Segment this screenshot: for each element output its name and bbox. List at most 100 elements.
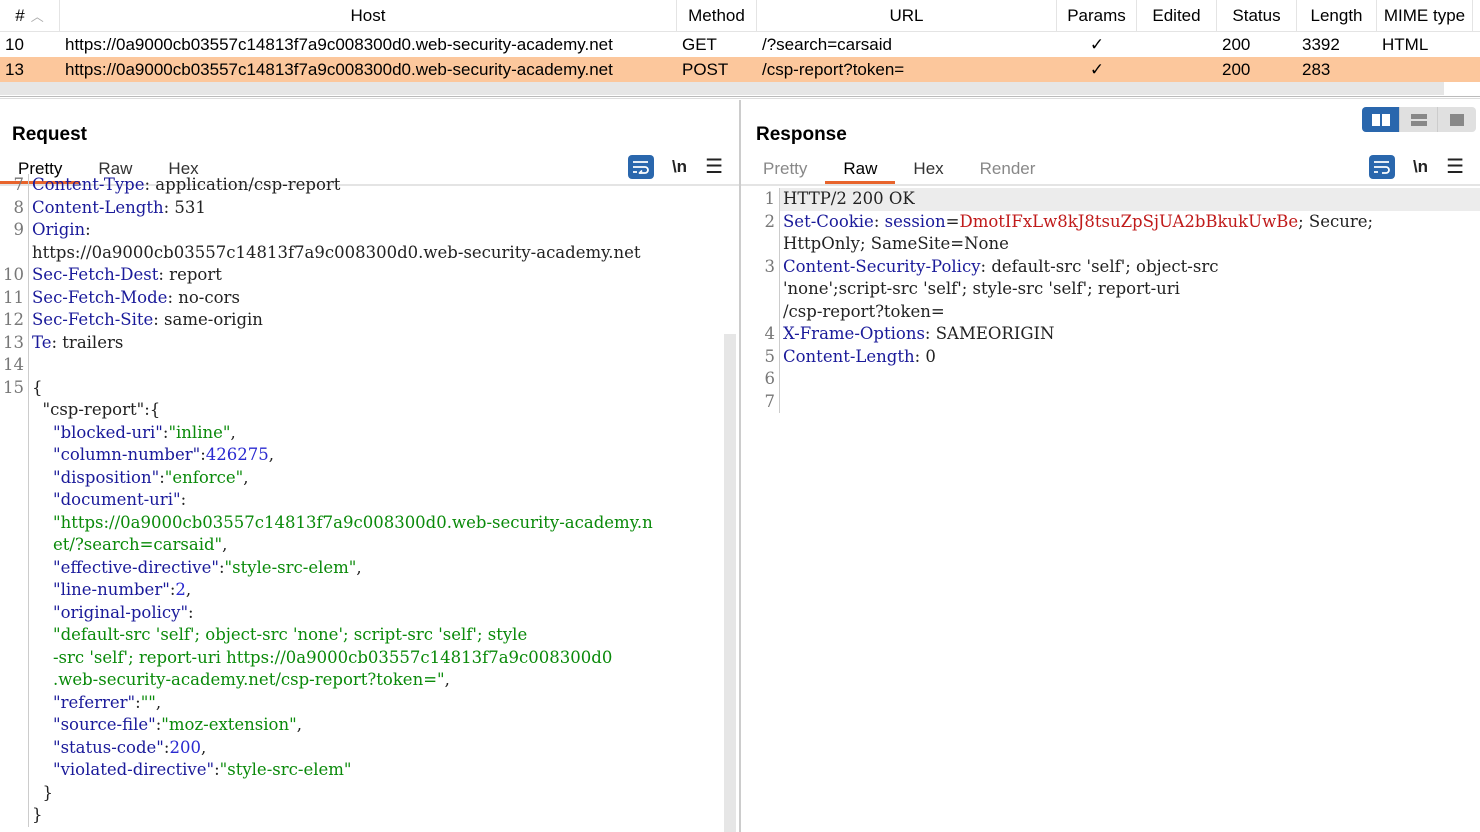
code-text: Content-Security-Policy: default-src 'se…: [779, 255, 1480, 278]
line-number: [0, 242, 28, 265]
column-header-length[interactable]: Length: [1297, 0, 1377, 31]
response-pane: Response Pretty Raw Hex Render \n ☰ 1 HTT…: [741, 100, 1480, 832]
table-horizontal-scrollbar[interactable]: [0, 82, 1444, 95]
row-number: 13: [5, 59, 24, 79]
line-number: [0, 579, 28, 602]
code-line: 7: [751, 390, 1480, 413]
code-text: HttpOnly; SameSite=None: [779, 233, 1480, 256]
code-line: "violated-directive":"style-src-elem": [0, 759, 739, 782]
code-text: 'none';script-src 'self'; style-src 'sel…: [779, 278, 1480, 301]
code-line: -src 'self'; report-uri https://0a9000cb…: [0, 646, 739, 669]
line-number: 1: [764, 189, 776, 208]
column-header-method[interactable]: Method: [677, 0, 757, 31]
column-header-url[interactable]: URL: [757, 0, 1057, 31]
code-text: [28, 354, 739, 377]
code-line: "original-policy":: [0, 601, 739, 624]
layout-side-by-side-button[interactable]: [1362, 107, 1400, 132]
layout-single-button[interactable]: [1438, 107, 1476, 132]
row-status: 200: [1222, 59, 1251, 79]
column-header-status[interactable]: Status: [1217, 0, 1297, 31]
line-number: [0, 399, 28, 422]
request-vertical-scrollbar[interactable]: [724, 334, 736, 832]
line-number: [751, 301, 779, 324]
response-editor[interactable]: 1 HTTP/2 200 OK 2 Set-Cookie: session=DmotI…: [751, 186, 1480, 832]
code-line: 13 Te: trailers: [0, 331, 739, 354]
line-number: 4: [764, 324, 776, 343]
code-line: "https://0a9000cb03557c14813f7a9c008300d…: [0, 511, 739, 534]
column-header-edited[interactable]: Edited: [1137, 0, 1217, 31]
code-line: 11 Sec-Fetch-Mode: no-cors: [0, 286, 739, 309]
code-line: 8 Content-Length: 531: [0, 196, 739, 219]
code-text: X-Frame-Options: SAMEORIGIN: [779, 323, 1480, 346]
request-pane: Request Pretty Raw Hex \n ☰ 7 Content-Typ…: [0, 100, 739, 832]
pane-splitter[interactable]: [0, 96, 1480, 99]
line-number: [0, 467, 28, 490]
code-text: "effective-directive":"style-src-elem",: [28, 556, 739, 579]
row-url: /?search=carsaid: [762, 34, 892, 54]
code-line: 'none';script-src 'self'; style-src 'sel…: [751, 278, 1480, 301]
response-tab-hex[interactable]: Hex: [895, 158, 961, 184]
code-text: HTTP/2 200 OK: [779, 188, 1480, 211]
code-text: Te: trailers: [28, 331, 739, 354]
line-number: 11: [3, 287, 24, 307]
http-history-table: # ︿ Host Method URL Params Edited Status…: [0, 0, 1480, 96]
code-text: /csp-report?token=: [779, 300, 1480, 323]
line-number: 3: [764, 256, 776, 276]
line-number: 7: [764, 391, 776, 411]
code-text: Sec-Fetch-Mode: no-cors: [28, 286, 739, 309]
line-number: [0, 557, 28, 580]
word-wrap-toggle[interactable]: [1368, 154, 1395, 179]
line-number: [0, 737, 28, 760]
show-newlines-toggle[interactable]: \n: [1413, 157, 1428, 177]
code-line: "source-file":"moz-extension",: [0, 714, 739, 737]
line-number: 9: [13, 220, 25, 239]
code-line: "blocked-uri":"inline",: [0, 421, 739, 444]
line-number: [0, 804, 28, 827]
code-text: "original-policy":: [28, 601, 739, 624]
line-number: [0, 444, 28, 467]
columns-icon: [1371, 113, 1390, 126]
line-number: [0, 714, 28, 737]
line-number: [0, 534, 28, 557]
line-number: 5: [764, 346, 776, 366]
column-header-number[interactable]: # ︿: [0, 0, 60, 31]
code-line: 5 Content-Length: 0: [751, 345, 1480, 368]
request-editor[interactable]: 7 Content-Type: application/csp-report 8 Co…: [0, 174, 739, 832]
code-text: "violated-directive":"style-src-elem": [28, 759, 739, 782]
row-length: 3392: [1302, 34, 1340, 54]
code-line: 4 X-Frame-Options: SAMEORIGIN: [751, 323, 1480, 346]
code-line: "line-number":2,: [0, 579, 739, 602]
code-text: "column-number":426275,: [28, 444, 739, 467]
code-text: }: [28, 781, 739, 804]
code-line: .web-security-academy.net/csp-report?tok…: [0, 669, 739, 692]
line-number: [0, 489, 28, 512]
row-length: 283: [1302, 59, 1331, 79]
table-row-selected[interactable]: 13 https://0a9000cb03557c14813f7a9c00830…: [0, 57, 1480, 82]
code-line: 15{: [0, 376, 739, 399]
code-text: Content-Length: 531: [28, 196, 739, 219]
layout-toggle: [1362, 107, 1476, 132]
column-header-mime-type[interactable]: MIME type: [1377, 0, 1473, 31]
table-row[interactable]: 10 https://0a9000cb03557c14813f7a9c00830…: [0, 32, 1480, 57]
response-tab-render[interactable]: Render: [962, 158, 1054, 184]
code-text: [779, 390, 1480, 413]
layout-stacked-button[interactable]: [1400, 107, 1438, 132]
column-header-host[interactable]: Host: [60, 0, 677, 31]
response-tab-pretty[interactable]: Pretty: [745, 158, 825, 184]
code-text: Origin:: [28, 219, 739, 242]
code-text: Content-Length: 0: [779, 345, 1480, 368]
column-header-params[interactable]: Params: [1057, 0, 1137, 31]
menu-icon[interactable]: ☰: [1446, 154, 1464, 179]
response-tab-raw[interactable]: Raw: [825, 158, 896, 184]
code-text: https://0a9000cb03557c14813f7a9c008300d0…: [28, 241, 739, 264]
line-number: 10: [3, 265, 24, 284]
line-number: [0, 692, 28, 715]
row-url: /csp-report?token=: [762, 59, 905, 79]
row-number: 10: [5, 34, 24, 54]
row-status: 200: [1222, 34, 1251, 54]
line-number: 7: [13, 175, 25, 194]
code-text: Set-Cookie: session=DmotIFxLw8kJ8tsuZpSj…: [779, 210, 1480, 233]
line-number: 15: [3, 377, 24, 397]
code-line: "effective-directive":"style-src-elem",: [0, 556, 739, 580]
code-text: "line-number":2,: [28, 579, 739, 602]
